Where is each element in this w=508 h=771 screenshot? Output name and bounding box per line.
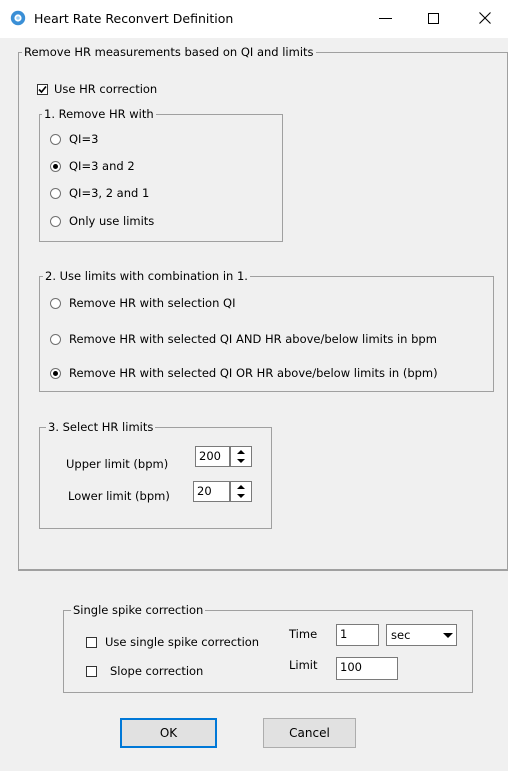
remove-hr-legend: 1. Remove HR with [42,107,156,121]
dropdown-button[interactable] [440,626,456,644]
arrow-up-icon [237,449,245,454]
minimize-icon [378,17,392,19]
limit-input[interactable]: 100 [336,657,398,680]
spin-up-button[interactable] [231,447,251,457]
time-input[interactable]: 1 [336,624,379,646]
maximize-icon [427,12,439,24]
lower-limit-spinner[interactable] [230,481,252,502]
minimize-button[interactable] [362,0,408,36]
time-unit-value: sec [391,628,411,642]
time-unit-select[interactable]: sec [386,624,457,646]
slope-correction-checkbox[interactable] [86,666,97,677]
radio-qi3-2-1[interactable] [50,188,61,199]
close-icon [479,12,491,24]
time-label: Time [289,627,318,641]
use-limits-legend: 2. Use limits with combination in 1. [43,269,250,283]
radio-selected-dot [53,371,58,376]
slope-correction-label[interactable]: Slope correction [110,664,203,678]
arrow-down-icon [237,459,245,464]
radio-only-limits-label[interactable]: Only use limits [69,214,154,228]
radio-remove-selection-qi-label[interactable]: Remove HR with selection QI [69,296,235,310]
radio-remove-qi-and-limits-label[interactable]: Remove HR with selected QI AND HR above/… [69,332,437,346]
radio-qi3-2-1-label[interactable]: QI=3, 2 and 1 [69,186,149,200]
radio-remove-qi-or-limits[interactable] [50,368,61,379]
spin-down-button[interactable] [231,457,251,467]
use-single-spike-checkbox[interactable] [86,637,97,648]
window-title: Heart Rate Reconvert Definition [34,11,234,26]
use-hr-correction-checkbox[interactable] [37,84,48,95]
limit-label: Limit [289,658,318,672]
arrow-down-icon [237,494,245,499]
spike-legend: Single spike correction [71,603,206,617]
radio-qi3-and-2[interactable] [50,161,61,172]
cancel-button[interactable]: Cancel [263,718,356,748]
upper-limit-label: Upper limit (bpm) [66,457,169,471]
lower-limit-label: Lower limit (bpm) [68,489,170,503]
radio-qi3-label[interactable]: QI=3 [69,132,98,146]
radio-qi3-and-2-label[interactable]: QI=3 and 2 [69,159,135,173]
radio-remove-selection-qi[interactable] [50,298,61,309]
close-button[interactable] [462,0,508,36]
radio-qi3[interactable] [50,134,61,145]
radio-remove-qi-or-limits-label[interactable]: Remove HR with selected QI OR HR above/b… [69,366,438,380]
spin-down-button[interactable] [231,492,251,502]
main-groupbox-legend: Remove HR measurements based on QI and l… [22,45,316,59]
radio-only-limits[interactable] [50,216,61,227]
use-hr-correction-label[interactable]: Use HR correction [54,82,157,96]
radio-remove-qi-and-limits[interactable] [50,334,61,345]
hr-limits-groupbox [39,427,272,529]
upper-limit-spinner[interactable] [230,446,252,467]
lower-limit-input[interactable]: 20 [193,481,230,502]
checkmark-icon [38,85,47,94]
spin-up-button[interactable] [231,482,251,492]
hr-limits-legend: 3. Select HR limits [46,420,156,434]
app-icon [10,10,26,26]
use-single-spike-label[interactable]: Use single spike correction [105,635,259,649]
separator [18,570,508,571]
upper-limit-input[interactable]: 200 [195,446,230,467]
spike-groupbox [63,610,473,693]
ok-button[interactable]: OK [120,718,217,748]
radio-selected-dot [53,164,58,169]
arrow-up-icon [237,484,245,489]
maximize-button[interactable] [410,0,456,36]
chevron-down-icon [443,632,453,638]
